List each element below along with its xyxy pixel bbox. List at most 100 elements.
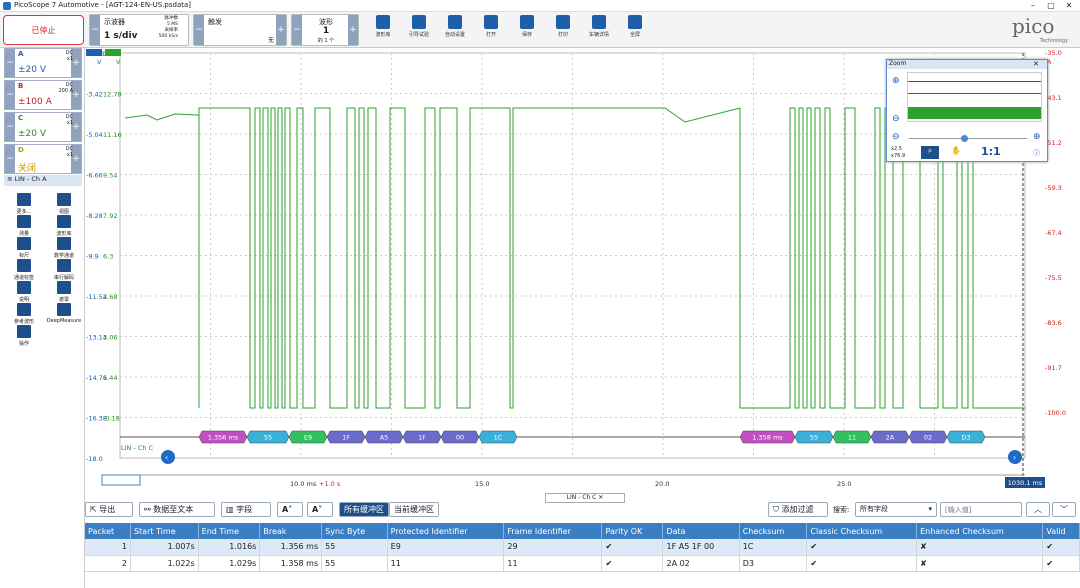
decode-frame-field[interactable]: A5 <box>364 430 404 444</box>
decode-frame-field[interactable]: 1C <box>478 430 518 444</box>
channel-d-control[interactable]: − + D 关闭 DC x1 <box>4 144 82 174</box>
waveform-count[interactable]: 1 <box>306 26 346 36</box>
mask-tool[interactable]: 遮罩 <box>46 281 82 303</box>
deepmeasure-tool[interactable]: DeepMeasure <box>46 303 82 324</box>
waveform-prev-button[interactable]: − <box>292 15 302 45</box>
search-field-select[interactable]: 所有字段 ▾ <box>855 502 937 517</box>
channel-c-marker[interactable] <box>105 49 121 56</box>
decode-channel-tab[interactable]: ≋ LIN - Ch A <box>4 175 82 186</box>
current-buffer-button[interactable]: 当前缓冲区 <box>389 502 439 517</box>
fields-button[interactable]: ▥ 字段 <box>221 502 271 517</box>
decode-frame-field[interactable]: 1.356 ms <box>198 430 248 444</box>
decode-tab[interactable]: LIN - Ch C ✕ <box>545 493 625 503</box>
column-header[interactable]: Classic Checksum <box>806 523 918 539</box>
reference-waveform-tool[interactable]: 参考波形 <box>6 303 42 325</box>
guided-test-button[interactable]: 引导试验 <box>404 15 434 38</box>
column-header[interactable]: Packet <box>85 523 131 539</box>
zoom-out-horizontal-icon[interactable]: ⊖ <box>892 132 900 142</box>
channel-range[interactable]: ±20 V <box>18 65 46 75</box>
decode-table[interactable]: Packet Start Time End Time Break Sync Byte Pr… <box>85 523 1080 572</box>
maximize-icon[interactable]: ▢ <box>1042 0 1060 12</box>
column-header[interactable]: End Time <box>198 523 261 539</box>
channel-range-decrease-button[interactable]: − <box>5 49 15 77</box>
channel-a-control[interactable]: − + A ±20 V DC x1 <box>4 48 82 78</box>
channel-range[interactable]: ±100 A <box>18 97 52 107</box>
print-button[interactable]: 打印 <box>548 15 578 38</box>
table-row[interactable]: 1 1.007s 1.016s 1.356 ms 55 E9 29 ✔ 1F A5 1F 00 1… <box>85 539 1080 556</box>
search-next-button[interactable]: ﹀ <box>1052 502 1076 517</box>
decode-frame-field[interactable]: 55 <box>246 430 290 444</box>
zoom-in-vertical-icon[interactable]: ⊕ <box>892 76 900 86</box>
time-scrollbar-thumb[interactable] <box>101 474 141 486</box>
timebase-decrease-button[interactable]: − <box>90 15 100 45</box>
math-channel-tool[interactable]: 数学通道 <box>46 237 82 259</box>
decode-frame-field[interactable]: 55 <box>794 430 834 444</box>
zoom-tool-icon[interactable]: ⌕ <box>921 146 939 159</box>
close-icon[interactable]: ✕ <box>1060 0 1078 12</box>
waveform-library-tool[interactable]: 波形库 <box>46 215 82 237</box>
info-icon[interactable]: ⓘ <box>1033 148 1040 158</box>
zoom-slider[interactable] <box>909 138 1027 139</box>
channel-range[interactable]: 关闭 <box>18 161 36 174</box>
timebase-value[interactable]: 1 s/div <box>104 31 137 41</box>
decode-frame-field[interactable]: 1F <box>326 430 366 444</box>
measure-tool[interactable]: 测量 <box>6 215 42 237</box>
notes-tool[interactable]: 说明 <box>6 281 42 303</box>
zoom-ratio[interactable]: 1:1 <box>981 145 1001 158</box>
column-header[interactable]: Sync Byte <box>321 523 388 539</box>
waveform-library-button[interactable]: 波形库 <box>368 15 398 38</box>
stop-button[interactable]: 已停止 <box>3 15 84 45</box>
column-header[interactable]: Checksum <box>739 523 808 539</box>
search-prev-button[interactable]: ︿ <box>1026 502 1050 517</box>
vehicle-details-button[interactable]: 车辆详情 <box>584 15 614 38</box>
font-increase-button[interactable]: A˄ <box>277 502 303 517</box>
save-button[interactable]: 保存 <box>512 15 542 38</box>
decode-frame-field[interactable]: 1F <box>402 430 442 444</box>
decode-frame-field[interactable]: D3 <box>946 430 986 444</box>
fullscreen-button[interactable]: 全屏 <box>620 15 650 38</box>
decode-frame-field[interactable]: 00 <box>440 430 480 444</box>
trigger-value[interactable]: 无 <box>268 35 274 44</box>
actions-tool[interactable]: 操作 <box>6 325 42 347</box>
channel-c-control[interactable]: − + C ±20 V DC x1 <box>4 112 82 142</box>
search-input[interactable] <box>940 502 1022 517</box>
decode-frame-field[interactable]: 11 <box>832 430 872 444</box>
channel-range-decrease-button[interactable]: − <box>5 113 15 141</box>
export-button[interactable]: ⇱ 导出 <box>85 502 133 517</box>
serial-decode-tool[interactable]: 串行解码 <box>46 259 82 281</box>
channel-range-decrease-button[interactable]: − <box>5 145 15 173</box>
trigger-increase-button[interactable]: + <box>276 15 286 45</box>
decode-frame-field[interactable]: 02 <box>908 430 948 444</box>
trigger-decrease-button[interactable]: − <box>194 15 204 45</box>
decode-tab-close-icon[interactable]: ✕ <box>598 494 603 501</box>
decode-frame-field[interactable]: 1.358 ms <box>739 430 796 444</box>
view-tool[interactable]: 视图 <box>46 193 82 215</box>
channel-a-marker[interactable] <box>86 49 102 56</box>
all-buffers-button[interactable]: 所有缓冲区 <box>339 502 389 517</box>
column-header[interactable]: Start Time <box>130 523 199 539</box>
data-to-text-button[interactable]: ⚯ 数据至文本 <box>139 502 215 517</box>
decode-frame-field[interactable]: 2A <box>870 430 910 444</box>
channel-label-tool[interactable]: 通道标签 <box>6 259 42 281</box>
channel-b-control[interactable]: − + B ±100 A DC 200 A <box>4 80 82 110</box>
column-header[interactable]: Data <box>662 523 740 539</box>
zoom-close-icon[interactable]: ✕ <box>1033 60 1039 68</box>
channel-range[interactable]: ±20 V <box>18 129 46 139</box>
ruler-tool[interactable]: 标尺 <box>6 237 42 259</box>
column-header[interactable]: Break <box>259 523 323 539</box>
zoom-out-vertical-icon[interactable]: ⊖ <box>892 114 900 124</box>
cursor-readout[interactable]: 1030.1 ms <box>1008 479 1043 487</box>
zoom-slider-thumb[interactable] <box>961 135 968 142</box>
decode-frame-field[interactable]: E9 <box>288 430 328 444</box>
column-header[interactable]: Frame Identifier <box>503 523 603 539</box>
column-header[interactable]: Enhanced Checksum <box>916 523 1044 539</box>
table-row[interactable]: 2 1.022s 1.029s 1.358 ms 55 11 11 ✔ 2A 02 D3 ✔ ✘ ✔ <box>85 555 1080 572</box>
zoom-in-horizontal-icon[interactable]: ⊕ <box>1033 132 1041 142</box>
more-tool[interactable]: 更多... <box>6 193 42 215</box>
zoom-overview-panel[interactable]: Zoom ✕ ⊕ ⊖ ⊖ ⊕ x2.5 x76.9 ⌕ ✋ 1:1 ⓘ <box>886 59 1048 162</box>
font-decrease-button[interactable]: A˅ <box>307 502 333 517</box>
zoom-preview[interactable] <box>907 72 1042 122</box>
waveform-next-button[interactable]: + <box>348 15 358 45</box>
auto-setup-button[interactable]: 自动设置 <box>440 15 470 38</box>
column-header[interactable]: Valid <box>1042 523 1080 539</box>
